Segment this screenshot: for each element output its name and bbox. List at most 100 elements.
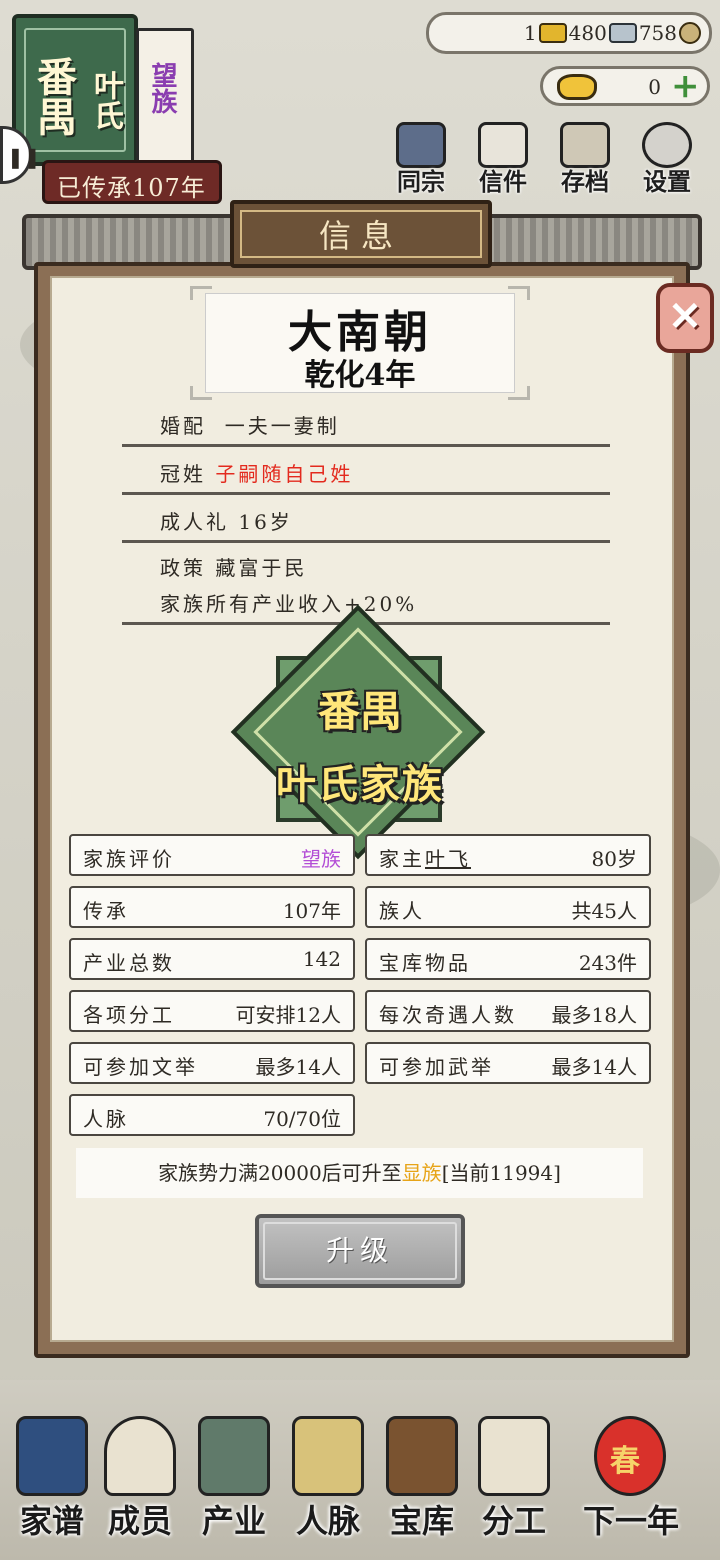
family-book[interactable]: 番禺 叶氏 望族 已传承107年 xyxy=(8,10,222,205)
resource-3-value: 758 xyxy=(638,21,677,45)
stat-label-group: 家主叶飞 xyxy=(379,843,471,872)
silver-bar-icon xyxy=(608,23,637,43)
stat-label: 可参加文举 xyxy=(83,1055,198,1079)
era-year: 乾化4年 xyxy=(304,358,416,393)
stat-inherit: 传承 107年 xyxy=(69,886,355,928)
rule-policy: 政策 藏富于民 xyxy=(160,552,307,581)
stat-members: 族人 共45人 xyxy=(365,886,651,928)
add-gold-button[interactable]: + xyxy=(671,69,700,103)
head-name-link[interactable]: 叶飞 xyxy=(425,847,471,871)
stat-network: 人脉 70/70位 xyxy=(69,1094,355,1136)
stat-treasury: 宝库物品 243件 xyxy=(365,938,651,980)
stat-civil-exam: 可参加文举 最多14人 xyxy=(69,1042,355,1084)
menu-tongzong-label: 同宗 xyxy=(397,167,445,196)
rule-surname: 冠姓 子嗣随自己姓 xyxy=(160,458,353,487)
resource-1-value: 1 xyxy=(523,21,537,45)
nav-label: 成员 xyxy=(107,1502,172,1540)
gold-ingot-value: 0 xyxy=(648,75,661,99)
stat-label: 每次奇遇人数 xyxy=(379,1003,517,1027)
dialog-title-plate: 信息 xyxy=(230,200,492,268)
nav-label: 宝库 xyxy=(389,1502,454,1540)
stat-label: 各项分工 xyxy=(83,1003,175,1027)
stat-value: 107年 xyxy=(282,899,341,923)
stat-value: 80岁 xyxy=(591,847,637,871)
emblem-family: 叶氏家族 xyxy=(276,761,444,808)
gold-bar-icon xyxy=(538,23,567,43)
nav-label: 下一年 xyxy=(582,1502,679,1540)
rule-policy-value: 藏富于民 xyxy=(215,556,308,580)
stat-label: 可参加武举 xyxy=(379,1055,494,1079)
menu-letters-label: 信件 xyxy=(479,167,527,196)
nav-members[interactable]: 成员 xyxy=(88,1400,192,1540)
building-icon xyxy=(198,1416,270,1496)
divider xyxy=(122,492,610,495)
stat-head: 家主叶飞 80岁 xyxy=(365,834,651,876)
resource-2-value: 480 xyxy=(568,21,607,45)
stat-value: 最多14人 xyxy=(551,1055,637,1079)
menu-save-label: 存档 xyxy=(561,167,609,196)
person-icon xyxy=(104,1416,176,1496)
upgrade-notice: 家族势力满20000后可升至显族[当前11994] xyxy=(76,1148,643,1198)
menu-save[interactable]: 存档 xyxy=(552,122,618,196)
season-badge: 春 xyxy=(610,1444,640,1479)
stat-value: 共45人 xyxy=(571,899,637,923)
divider xyxy=(122,540,610,543)
emblem-place: 番禺 xyxy=(317,687,402,736)
rule-coming-of-age-value: 16岁 xyxy=(238,510,293,534)
close-icon: ✕ xyxy=(668,293,702,340)
stat-industry: 产业总数 142 xyxy=(69,938,355,980)
book-surname: 叶氏 xyxy=(88,70,123,130)
menu-tongzong[interactable]: 同宗 xyxy=(388,122,454,196)
rule-policy-effect: 家族所有产业收入+20% xyxy=(160,592,418,616)
menu-settings[interactable]: 设置 xyxy=(634,122,700,196)
stat-value: 243件 xyxy=(578,951,637,975)
stat-label: 人脉 xyxy=(83,1107,129,1131)
dialog-title: 信息 xyxy=(240,210,482,258)
nav-treasury[interactable]: 宝库 xyxy=(370,1400,474,1540)
nav-label: 分工 xyxy=(481,1502,546,1540)
close-button[interactable]: ✕ xyxy=(656,283,714,353)
menu-settings-label: 设置 xyxy=(643,167,691,196)
rule-marriage: 婚配 一夫一妻制 xyxy=(160,410,340,439)
divider xyxy=(122,444,610,447)
stat-label: 族人 xyxy=(379,899,425,923)
notice-target-rank: 显族 xyxy=(401,1161,442,1185)
stat-encounter: 每次奇遇人数 最多18人 xyxy=(365,990,651,1032)
nav-labor[interactable]: 分工 xyxy=(462,1400,566,1540)
stat-value: 142 xyxy=(302,947,341,971)
stat-label: 产业总数 xyxy=(83,951,175,975)
stat-value: 可安排12人 xyxy=(235,1003,341,1027)
book-icon xyxy=(16,1416,88,1496)
nav-network[interactable]: 人脉 xyxy=(276,1400,380,1540)
book-rank: 望族 xyxy=(147,62,177,114)
nav-label: 人脉 xyxy=(295,1502,360,1540)
next-year-button[interactable]: 春 下一年 xyxy=(566,1400,696,1540)
rule-coming-of-age: 成人礼 16岁 xyxy=(160,506,293,535)
scroll-icon xyxy=(478,1416,550,1496)
stat-label: 家族评价 xyxy=(83,847,175,871)
chest-icon xyxy=(386,1416,458,1496)
stat-value: 70/70位 xyxy=(263,1107,341,1131)
nav-label: 产业 xyxy=(201,1502,266,1540)
stat-rating: 家族评价 望族 xyxy=(69,834,355,876)
stat-value: 最多14人 xyxy=(255,1055,341,1079)
stat-value: 最多18人 xyxy=(551,1003,637,1027)
stat-military-exam: 可参加武举 最多14人 xyxy=(365,1042,651,1084)
menu-letters[interactable]: 信件 xyxy=(470,122,536,196)
upgrade-button[interactable]: 升级 xyxy=(255,1214,465,1288)
stat-label: 宝库物品 xyxy=(379,951,471,975)
stat-label: 传承 xyxy=(83,899,129,923)
family-emblem: 番禺 叶氏家族 xyxy=(230,604,486,860)
notice-prefix: 家族势力满20000后可升至 xyxy=(158,1161,402,1185)
rule-marriage-value: 一夫一妻制 xyxy=(224,414,340,438)
gold-ingot-icon xyxy=(557,74,597,100)
network-icon xyxy=(292,1416,364,1496)
rule-surname-value: 子嗣随自己姓 xyxy=(215,462,354,486)
rule-surname-label: 冠姓 xyxy=(160,462,206,486)
stat-labor: 各项分工 可安排12人 xyxy=(69,990,355,1032)
rule-policy-label: 政策 xyxy=(160,556,206,580)
book-place: 番禺 xyxy=(30,56,77,136)
rule-marriage-label: 婚配 xyxy=(160,414,206,438)
stat-label: 家主 xyxy=(379,847,425,871)
nav-industry[interactable]: 产业 xyxy=(182,1400,286,1540)
